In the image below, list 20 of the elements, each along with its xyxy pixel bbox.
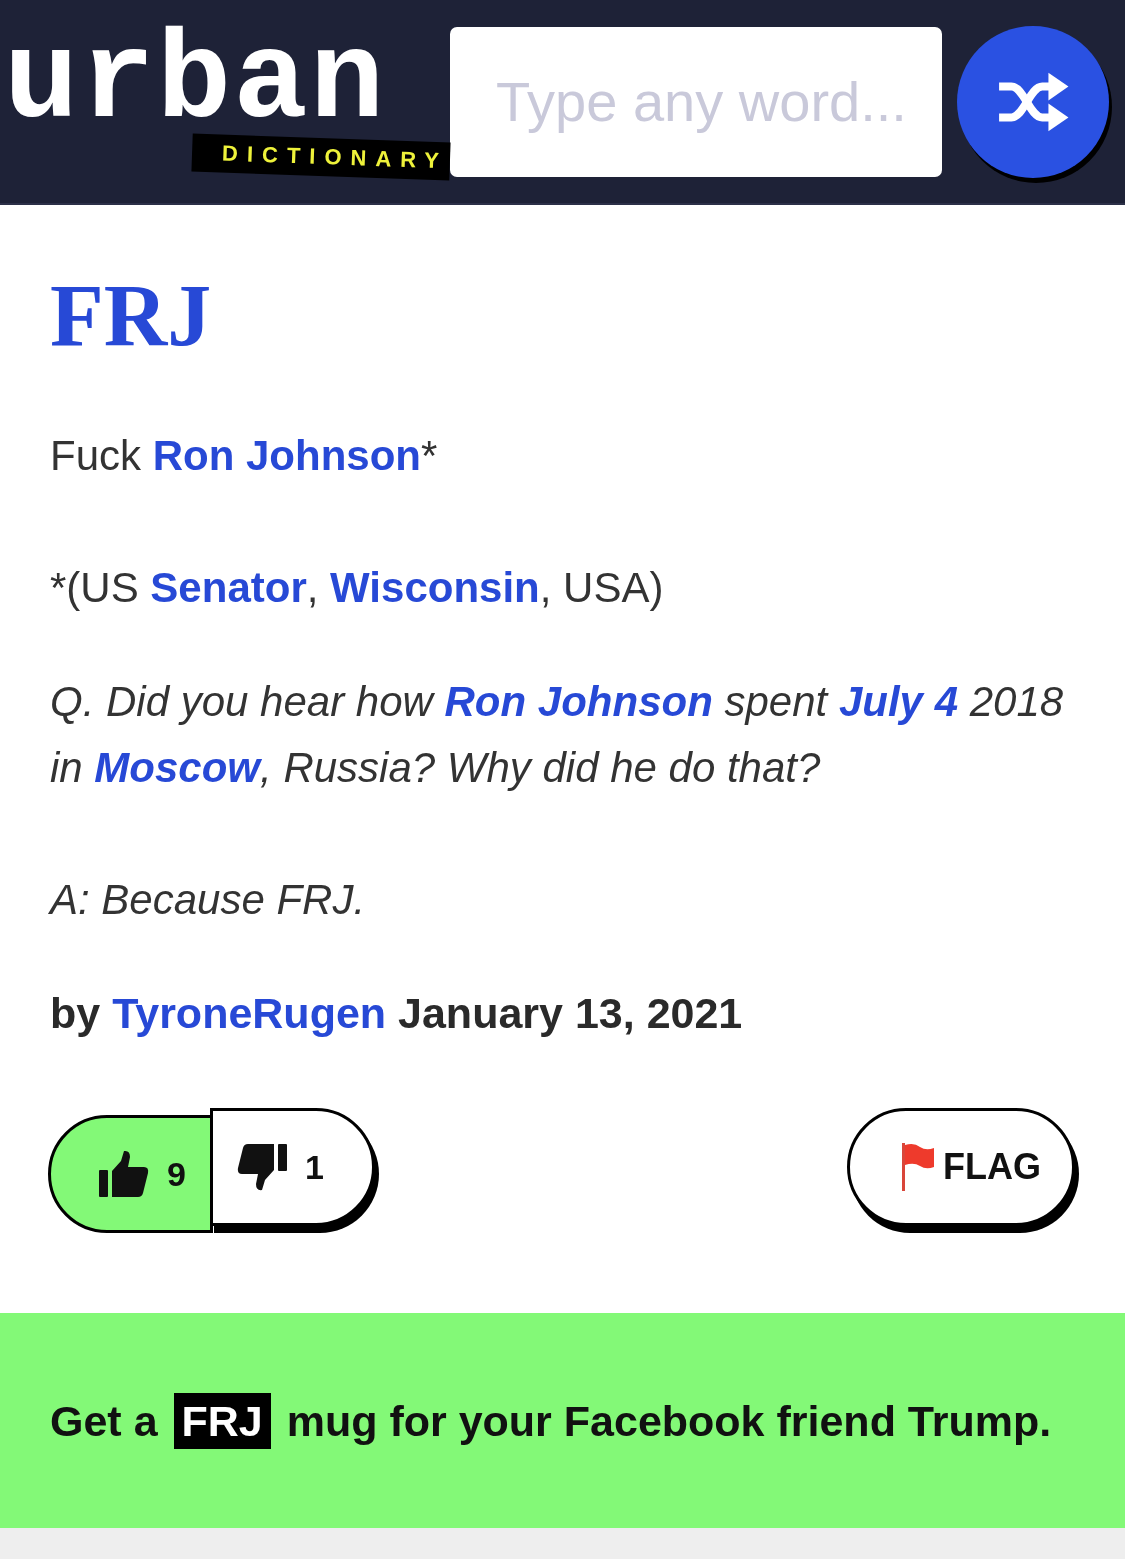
link[interactable]: Senator xyxy=(150,564,307,611)
promo-text[interactable]: Get a FRJ mug for your Facebook friend Trump. xyxy=(50,1386,1052,1455)
link[interactable]: Wisconsin xyxy=(330,564,540,611)
link[interactable]: July 4 xyxy=(838,678,958,725)
flag-icon xyxy=(902,1143,934,1191)
logo-tagline: DICTIONARY xyxy=(191,133,451,180)
shuffle-icon xyxy=(996,70,1070,133)
definition-text: Fuck Ron Johnson* xyxy=(50,431,438,481)
link[interactable]: Ron Johnson xyxy=(444,678,713,725)
link[interactable]: Moscow xyxy=(94,744,261,791)
example-text: A: Because FRJ. xyxy=(50,875,366,925)
definition-text: *(US Senator, Wisconsin, USA) xyxy=(50,563,664,613)
upvote-button[interactable]: 9 xyxy=(48,1115,213,1233)
word-title: FRJ xyxy=(50,266,212,366)
thumbs-down-icon xyxy=(237,1142,287,1192)
byline: by TyroneRugen January 13, 2021 xyxy=(50,988,743,1039)
link[interactable]: Ron Johnson xyxy=(152,432,421,479)
author-link[interactable]: TyroneRugen xyxy=(112,989,387,1037)
example-text: Q. Did you hear how Ron Johnson spent July 4 2018 in Moscow, Russia? Why did he do that? xyxy=(50,677,1064,793)
thumbs-up-icon xyxy=(99,1149,149,1199)
